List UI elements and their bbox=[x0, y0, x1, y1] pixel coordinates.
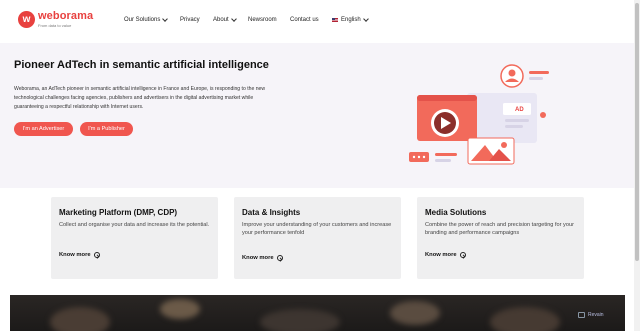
hero-section: Pioneer AdTech in semantic artificial in… bbox=[0, 43, 634, 188]
site-header: w weborama From data to value Our Soluti… bbox=[0, 0, 634, 43]
know-more-link[interactable]: Know more bbox=[425, 252, 466, 258]
logo-tagline: From data to value bbox=[38, 23, 72, 28]
background-photo bbox=[10, 295, 625, 331]
card-data-insights: Data & Insights Improve your understandi… bbox=[234, 197, 401, 279]
chevron-down-icon bbox=[362, 16, 369, 22]
us-flag-icon bbox=[332, 18, 338, 22]
revain-watermark: Revain bbox=[578, 312, 604, 318]
page-scrollbar[interactable] bbox=[634, 0, 640, 331]
chevron-down-icon bbox=[162, 16, 169, 22]
know-more-link[interactable]: Know more bbox=[59, 252, 100, 258]
back-window-shape bbox=[467, 93, 537, 143]
arrow-circle-icon bbox=[459, 252, 466, 258]
nav-newsroom[interactable]: Newsroom bbox=[248, 17, 277, 23]
nav-about[interactable]: About bbox=[213, 16, 237, 23]
ad-label: AD bbox=[515, 107, 524, 113]
line-shape bbox=[505, 125, 523, 128]
video-window-bar bbox=[417, 95, 477, 101]
card-title: Data & Insights bbox=[242, 208, 301, 217]
card-text: Collect and organise your data and incre… bbox=[59, 222, 210, 228]
card-media-solutions: Media Solutions Combine the power of rea… bbox=[417, 197, 584, 279]
card-text: Combine the power of reach and precision… bbox=[425, 222, 574, 236]
publisher-button[interactable]: I'm a Publisher bbox=[80, 122, 133, 136]
chevron-down-icon bbox=[230, 16, 237, 22]
arrow-circle-icon bbox=[276, 255, 283, 261]
logo-mark-icon: w bbox=[18, 11, 35, 28]
advertiser-button[interactable]: I'm an Advertiser bbox=[14, 122, 73, 136]
card-title: Media Solutions bbox=[425, 208, 487, 217]
weborama-logo[interactable]: w weborama From data to value bbox=[18, 11, 93, 28]
watermark-logo-icon bbox=[578, 312, 585, 318]
hero-description: Weborama, an AdTech pioneer in semantic … bbox=[14, 86, 266, 110]
hero-title: Pioneer AdTech in semantic artificial in… bbox=[14, 59, 269, 71]
line-shape bbox=[505, 119, 529, 122]
logo-name: weborama bbox=[38, 10, 94, 22]
nav-our-solutions[interactable]: Our Solutions bbox=[124, 16, 169, 23]
card-marketing-platform: Marketing Platform (DMP, CDP) Collect an… bbox=[51, 197, 218, 279]
card-text: Improve your understanding of your custo… bbox=[242, 222, 392, 236]
know-more-link[interactable]: Know more bbox=[242, 255, 283, 261]
page: w weborama From data to value Our Soluti… bbox=[0, 0, 640, 331]
card-title: Marketing Platform (DMP, CDP) bbox=[59, 208, 178, 217]
adtech-illustration: AD bbox=[409, 64, 549, 165]
scrollbar-thumb[interactable] bbox=[635, 3, 639, 261]
language-selector[interactable]: English bbox=[332, 16, 369, 23]
arrow-circle-icon bbox=[93, 252, 100, 258]
nav-contact-us[interactable]: Contact us bbox=[290, 17, 319, 23]
nav-privacy[interactable]: Privacy bbox=[180, 17, 200, 23]
